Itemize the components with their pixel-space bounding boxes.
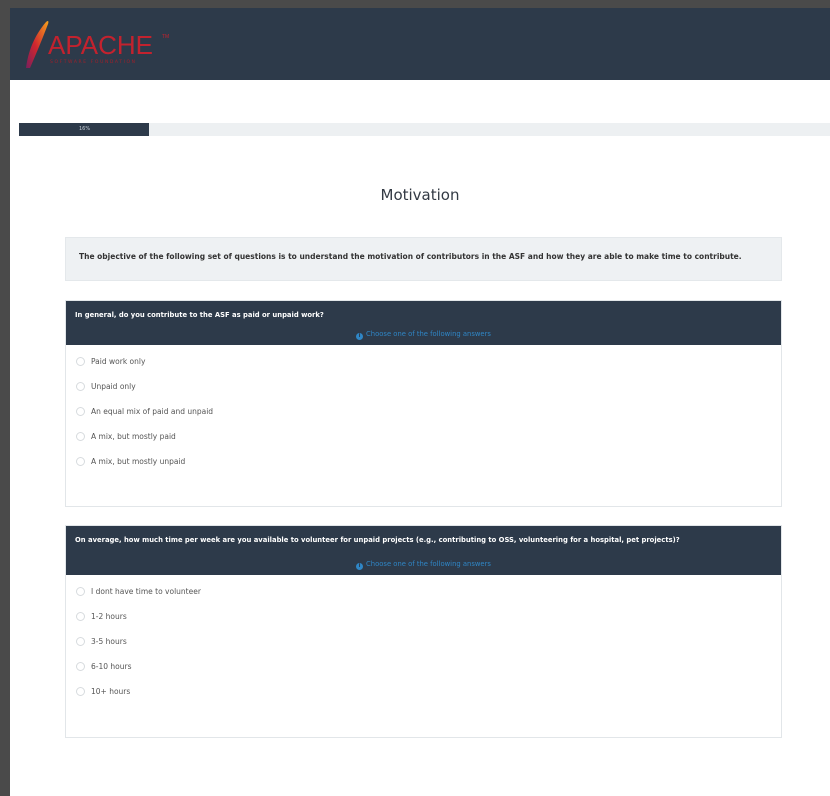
answer-label[interactable]: 1-2 hours [91, 612, 127, 621]
window-frame-top [0, 0, 830, 8]
question-text: In general, do you contribute to the ASF… [75, 311, 324, 319]
logo-subtext: SOFTWARE FOUNDATION [50, 60, 137, 65]
question-header: In general, do you contribute to the ASF… [66, 301, 781, 345]
group-description: The objective of the following set of qu… [65, 237, 782, 281]
answer-option[interactable]: I dont have time to volunteer [76, 587, 771, 612]
question-volunteer-time: On average, how much time per week are y… [65, 525, 782, 738]
radio-button[interactable] [76, 407, 85, 416]
radio-button[interactable] [76, 687, 85, 696]
answer-option[interactable]: 10+ hours [76, 687, 771, 712]
answer-label[interactable]: 10+ hours [91, 687, 130, 696]
radio-button[interactable] [76, 637, 85, 646]
answer-label[interactable]: A mix, but mostly unpaid [91, 457, 185, 466]
answer-label[interactable]: I dont have time to volunteer [91, 587, 201, 596]
progress-bar: 16% [19, 123, 830, 136]
answer-option[interactable]: 3-5 hours [76, 637, 771, 662]
answer-option[interactable]: 6-10 hours [76, 662, 771, 687]
answer-label[interactable]: Paid work only [91, 357, 145, 366]
radio-button[interactable] [76, 432, 85, 441]
radio-button[interactable] [76, 382, 85, 391]
radio-button[interactable] [76, 357, 85, 366]
progress-bar-fill: 16% [19, 123, 149, 136]
question-help: i Choose one of the following answers [75, 319, 772, 345]
question-help-text: Choose one of the following answers [366, 560, 491, 568]
answer-label[interactable]: Unpaid only [91, 382, 136, 391]
survey-page: APACHE TM SOFTWARE FOUNDATION 16% Motiva… [10, 8, 830, 796]
answer-list: Paid work only Unpaid only An equal mix … [66, 345, 781, 482]
info-circle-icon: i [356, 563, 364, 570]
apache-logo[interactable]: APACHE TM SOFTWARE FOUNDATION [22, 16, 172, 70]
radio-button[interactable] [76, 612, 85, 621]
window-frame-left [0, 0, 10, 796]
question-paid-unpaid: In general, do you contribute to the ASF… [65, 300, 782, 507]
apache-feather-icon [26, 20, 49, 69]
answer-option[interactable]: A mix, but mostly paid [76, 432, 771, 457]
answer-list: I dont have time to volunteer 1-2 hours … [66, 575, 781, 712]
answer-label[interactable]: 3-5 hours [91, 637, 127, 646]
question-help-text: Choose one of the following answers [366, 330, 491, 338]
question-header: On average, how much time per week are y… [66, 526, 781, 575]
site-header: APACHE TM SOFTWARE FOUNDATION [10, 8, 830, 80]
logo-wordmark: APACHE [48, 30, 153, 60]
group-title: Motivation [380, 186, 460, 204]
answer-option[interactable]: 1-2 hours [76, 612, 771, 637]
info-circle-icon: i [356, 333, 364, 340]
answer-label[interactable]: An equal mix of paid and unpaid [91, 407, 213, 416]
question-text: On average, how much time per week are y… [75, 536, 680, 544]
radio-button[interactable] [76, 662, 85, 671]
radio-button[interactable] [76, 457, 85, 466]
answer-option[interactable]: A mix, but mostly unpaid [76, 457, 771, 482]
logo-trademark: TM [162, 34, 170, 40]
answer-option[interactable]: Paid work only [76, 357, 771, 382]
answer-label[interactable]: A mix, but mostly paid [91, 432, 176, 441]
answer-option[interactable]: An equal mix of paid and unpaid [76, 407, 771, 432]
answer-label[interactable]: 6-10 hours [91, 662, 132, 671]
question-help: i Choose one of the following answers [75, 544, 772, 575]
radio-button[interactable] [76, 587, 85, 596]
answer-option[interactable]: Unpaid only [76, 382, 771, 407]
